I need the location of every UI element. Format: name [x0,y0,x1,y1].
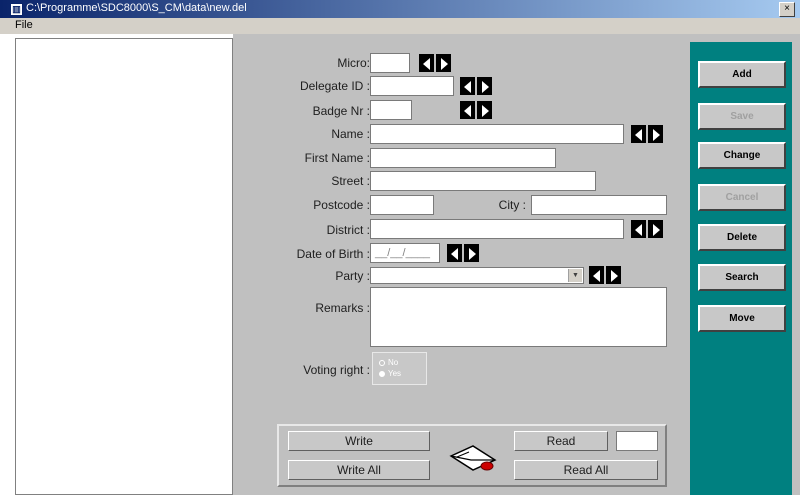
right-arrow-icon [482,105,489,117]
badge-nr-field[interactable] [370,100,412,120]
postcode-label: Postcode : [313,198,370,212]
badge-nr-label: Badge Nr : [312,104,370,118]
dob-field[interactable]: __/__/____ [370,243,440,263]
right-arrow-icon [611,270,618,282]
city-label: City : [498,198,526,212]
left-arrow-icon [635,129,642,141]
voting-right-group: No Yes [372,352,427,385]
dob-nav [447,244,481,262]
party-select[interactable]: ▼ [370,267,584,284]
chevron-down-icon[interactable]: ▼ [568,269,582,282]
party-label: Party : [335,269,370,283]
name-label: Name : [331,127,370,141]
remarks-field[interactable] [370,287,667,347]
delete-button[interactable]: Delete [698,224,786,251]
record-list[interactable] [15,38,233,495]
move-button[interactable]: Move [698,305,786,332]
splitter [233,34,247,495]
postcode-field[interactable] [370,195,434,215]
street-label: Street : [331,174,370,188]
first-name-field[interactable] [370,148,556,168]
district-nav [631,220,665,238]
district-field[interactable] [370,219,624,239]
card-io-group: Write Write All Read Read All [277,424,667,487]
search-button[interactable]: Search [698,264,786,291]
right-arrow-icon [653,224,660,236]
menu-bar: File [0,18,800,34]
left-arrow-icon [464,105,471,117]
action-panel-background: Add Save Change Cancel Delete Search Mov… [690,42,792,495]
write-all-button[interactable]: Write All [288,460,430,480]
right-arrow-icon [653,129,660,141]
name-next-button[interactable] [648,125,663,143]
name-field[interactable] [370,124,624,144]
cancel-button[interactable]: Cancel [698,184,786,211]
badge-nr-prev-button[interactable] [460,101,475,119]
save-button[interactable]: Save [698,103,786,130]
party-nav [589,266,623,284]
micro-label: Micro: [337,56,370,70]
party-prev-button[interactable] [589,266,604,284]
radio-selected-icon [379,370,385,377]
left-arrow-icon [451,248,458,260]
action-panel: Add Save Change Cancel Delete Search Mov… [682,34,800,495]
name-nav [631,125,665,143]
left-arrow-icon [464,81,471,93]
left-arrow-icon [635,224,642,236]
badge-nr-nav [460,101,494,119]
close-button[interactable]: × [779,2,795,17]
micro-field[interactable] [370,53,410,73]
dob-next-button[interactable] [464,244,479,262]
right-arrow-icon [469,248,476,260]
radio-icon [379,359,385,366]
remarks-label: Remarks : [315,301,370,315]
district-next-button[interactable] [648,220,663,238]
read-all-button[interactable]: Read All [514,460,658,480]
voting-right-label: Voting right : [303,363,370,377]
read-button[interactable]: Read [514,431,608,451]
delegate-form: Micro: Delegate ID : Badge Nr : Name : F… [247,34,682,495]
change-button[interactable]: Change [698,142,786,169]
city-field[interactable] [531,195,667,215]
micro-nav [419,54,453,72]
dob-prev-button[interactable] [447,244,462,262]
delegate-id-field[interactable] [370,76,454,96]
district-label: District : [326,223,370,237]
micro-prev-button[interactable] [419,54,434,72]
delegate-id-prev-button[interactable] [460,77,475,95]
app-icon: ▥ [10,3,23,16]
card-envelope-icon [449,445,497,471]
menu-file[interactable]: File [15,19,33,31]
voting-yes-label: Yes [388,369,402,378]
voting-no-label: No [388,358,399,367]
left-arrow-icon [423,58,430,70]
voting-no-radio[interactable]: No [379,358,398,367]
party-next-button[interactable] [606,266,621,284]
badge-nr-next-button[interactable] [477,101,492,119]
title-bar: ▥ C:\Programme\SDC8000\S_CM\data\new.del… [0,0,800,18]
delegate-id-nav [460,77,494,95]
right-arrow-icon [482,81,489,93]
name-prev-button[interactable] [631,125,646,143]
read-count-field[interactable] [616,431,658,451]
right-arrow-icon [441,58,448,70]
district-prev-button[interactable] [631,220,646,238]
add-button[interactable]: Add [698,61,786,88]
micro-next-button[interactable] [436,54,451,72]
first-name-label: First Name : [304,151,370,165]
dob-label: Date of Birth : [296,247,370,261]
street-field[interactable] [370,171,596,191]
window-title: C:\Programme\SDC8000\S_CM\data\new.del [26,2,247,14]
write-button[interactable]: Write [288,431,430,451]
delegate-id-label: Delegate ID : [299,79,370,93]
left-arrow-icon [593,270,600,282]
delegate-id-next-button[interactable] [477,77,492,95]
voting-yes-radio[interactable]: Yes [379,369,401,378]
